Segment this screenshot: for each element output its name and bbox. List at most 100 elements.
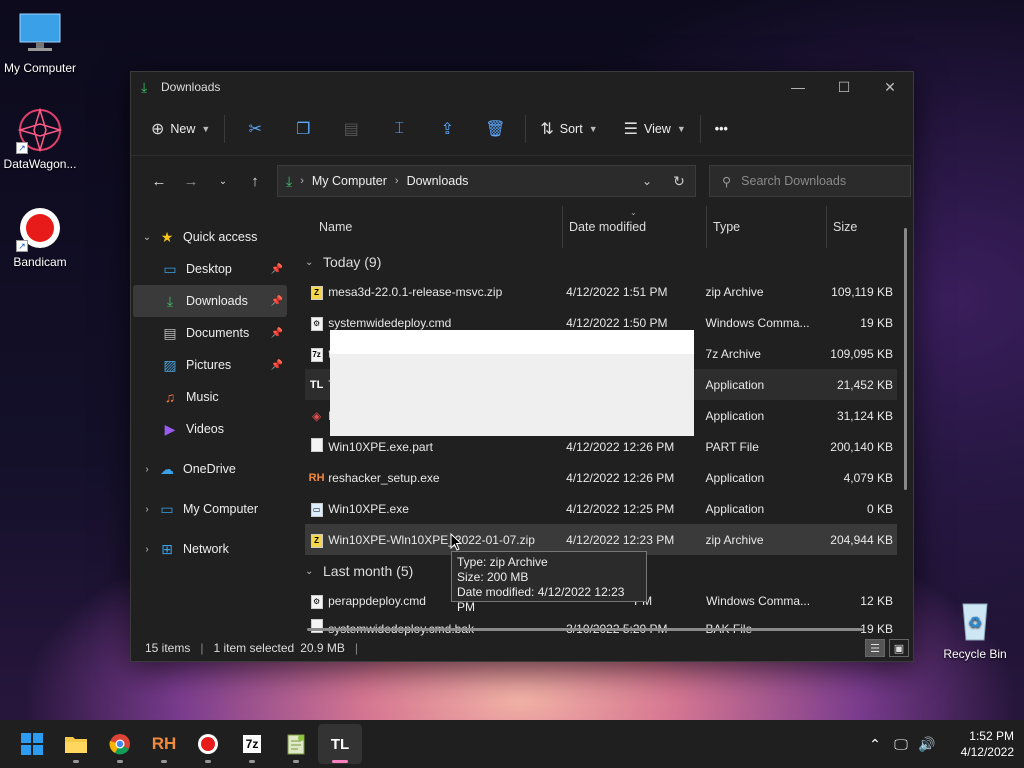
vertical-scrollbar[interactable] [904,228,907,490]
sort-button[interactable]: ⇅ Sort ▼ [532,113,605,145]
file-type: 7z Archive [705,346,761,361]
nav-item-downloads[interactable]: ⤓ Downloads 📌 [133,285,287,317]
network-icon[interactable]: 🖵 [888,736,914,753]
file-size: 109,119 KB [831,284,893,299]
desktop-icon-my-computer[interactable]: My Computer [0,10,80,75]
file-type: Application [705,377,765,392]
nav-item-documents[interactable]: ▤ Documents 📌 [133,317,287,349]
chevron-right-icon: › [300,175,304,187]
file-type: Application [705,470,765,485]
nav-item-desktop[interactable]: ▭ Desktop 📌 [133,253,287,285]
group-header-today[interactable]: ⌄ Today (9) [305,248,913,276]
taskbar-tl-app[interactable]: TL [318,724,362,764]
taskbar-chrome[interactable] [98,724,142,764]
record-icon [198,734,218,754]
recent-locations-button[interactable]: ⌄ [207,165,239,197]
redacted-overlay [330,330,694,436]
desktop-icon-label: DataWagon... [3,157,77,171]
address-bar[interactable]: ⤓ › My Computer › Downloads ⌄ ↻ [277,165,696,197]
chevron-up-icon[interactable]: ⌃ [862,736,888,753]
column-type[interactable]: Type [707,206,827,248]
file-size: 21,452 KB [836,377,893,392]
file-row[interactable]: ▭ Win10XPE.exe 4/12/2022 12:25 PM Applic… [305,493,897,524]
cut-button[interactable]: ✂ [231,113,279,145]
taskbar-bandicam[interactable] [186,724,230,764]
maximize-button[interactable]: ☐ [821,72,867,102]
nav-my-computer[interactable]: › ▭ My Computer [133,493,287,525]
file-name: reshacker_setup.exe [328,470,440,485]
desktop-icon-datawagon[interactable]: ↗ DataWagon... [0,106,80,171]
column-size[interactable]: Size [827,206,901,248]
chevron-right-icon: › [145,503,149,515]
rename-icon: ⌶ [394,119,405,137]
file-date: 4/12/2022 12:25 PM [566,501,675,516]
chevron-down-icon: ⌄ [305,256,314,268]
nav-item-pictures[interactable]: ▨ Pictures 📌 [133,349,287,381]
volume-icon[interactable]: 🔊 [914,736,940,753]
copy-button[interactable]: ❐ [279,113,327,145]
details-view-icon: ☰ [870,642,880,655]
file-row[interactable]: Z mesa3d-22.0.1-release-msvc.zip 4/12/20… [305,276,897,307]
address-history-dropdown[interactable]: ⌄ [631,174,663,188]
forward-button[interactable]: → [175,165,207,197]
breadcrumb-my-computer[interactable]: My Computer [312,174,387,188]
address-row: ← → ⌄ ↑ ⤓ › My Computer › Downloads ⌄ ↻ … [131,156,913,206]
paste-button[interactable]: ▤ [327,113,375,145]
notepad-plus-icon [287,734,305,755]
refresh-button[interactable]: ↻ [663,173,695,190]
nav-label: My Computer [183,502,259,516]
desktop-icon-recycle-bin[interactable]: ♻ Recycle Bin [935,596,1015,661]
column-name[interactable]: Name [305,206,563,248]
search-input[interactable] [741,174,892,188]
taskbar-reshacker[interactable]: RH [142,724,186,764]
minimize-button[interactable]: — [775,72,821,102]
title-bar[interactable]: ⤓ Downloads — ☐ ✕ [131,72,913,102]
taskbar-file-explorer[interactable] [54,724,98,764]
details-view-button[interactable]: ☰ [865,639,885,657]
horizontal-scrollbar[interactable] [307,628,863,631]
file-size: 12 KB [860,593,893,608]
pin-icon: 📌 [270,295,283,307]
file-name: Win10XPE.exe.part [328,439,433,454]
taskbar-7zip[interactable]: 7z [230,724,274,764]
chevron-right-icon: › [394,175,399,187]
delete-button[interactable]: 🗑 [471,113,519,145]
trash-icon: 🗑 [485,120,506,138]
nav-onedrive[interactable]: › ☁ OneDrive [133,453,287,485]
desktop-icon-label: Recycle Bin [943,647,1007,661]
exe-icon: ▭ [305,501,328,517]
back-button[interactable]: ← [143,165,175,197]
nav-item-videos[interactable]: ▶ Videos [133,413,287,445]
close-button[interactable]: ✕ [867,72,913,102]
new-label: New [170,121,196,136]
tl-app-icon: TL [330,735,350,753]
up-button[interactable]: ↑ [239,165,271,197]
desktop-icon-bandicam[interactable]: ↗ Bandicam [0,204,80,269]
large-icons-view-button[interactable]: ▣ [889,639,909,657]
nav-label: Videos [186,422,224,436]
download-icon: ⤓ [141,78,148,95]
column-header-row: ⌄ Name Date modified Type Size [305,206,913,248]
rename-button[interactable]: ⌶ [375,113,423,145]
pin-icon: 📌 [270,263,283,275]
toolbar-separator [525,114,527,143]
new-button[interactable]: ⊕ New ▼ [143,113,218,145]
nav-item-music[interactable]: ♫ Music [133,381,287,413]
start-button[interactable] [10,724,54,764]
nav-network[interactable]: › ⊞ Network [133,533,287,565]
cmd-icon: ⚙ [305,315,328,331]
file-date: 4/12/2022 12:23 PM [566,532,675,547]
svg-text:♻: ♻ [968,615,982,632]
nav-label: Documents [186,326,250,340]
file-row[interactable]: systemwidedeploy.cmd.bak 3/10/2022 5:20 … [305,616,897,636]
taskbar-notepad-plus[interactable] [274,724,318,764]
more-options-button[interactable]: ••• [707,113,736,145]
file-row[interactable]: RH reshacker_setup.exe 4/12/2022 12:26 P… [305,462,897,493]
breadcrumb-downloads[interactable]: Downloads [407,174,469,188]
window-title: Downloads [161,80,221,94]
nav-quick-access[interactable]: ⌄ ★ Quick access [133,221,287,253]
chevron-down-icon: ⌄ [218,175,228,187]
view-button[interactable]: ☰ View ▼ [616,113,694,145]
share-button[interactable]: ⇪ [423,113,471,145]
clock[interactable]: 1:52 PM 4/12/2022 [954,728,1014,760]
